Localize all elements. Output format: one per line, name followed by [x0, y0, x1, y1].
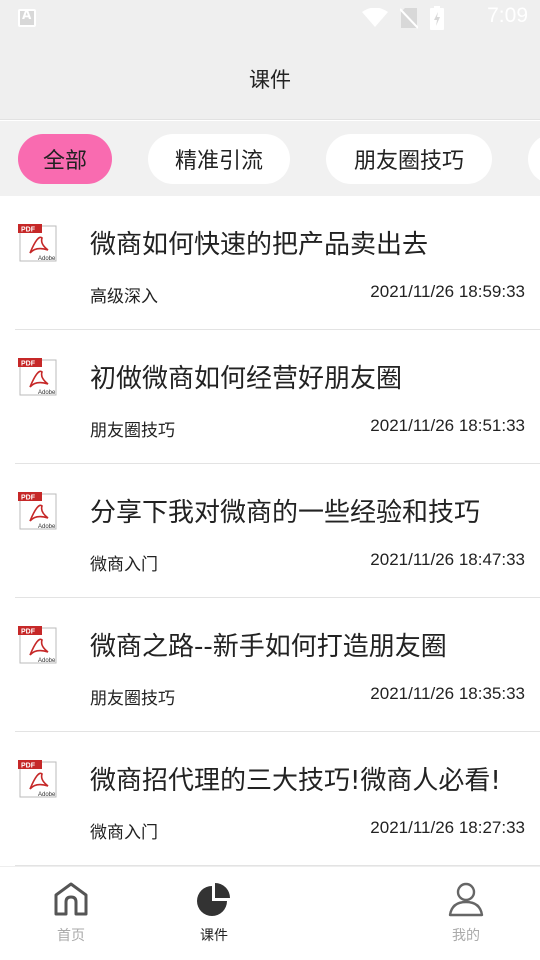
svg-text:PDF: PDF [21, 495, 36, 502]
item-title: 微商招代理的三大技巧!微商人必看! [90, 766, 501, 796]
nav-courseware-label: 课件 [200, 928, 228, 944]
nav-profile[interactable]: 我的 [426, 881, 506, 945]
list-item[interactable]: PDF Adobe 微商之路--新手如何打造朋友圈 朋友圈技巧 2021/11/… [0, 598, 540, 732]
notification-icon: A [18, 8, 36, 27]
page-title: 课件 [249, 68, 291, 92]
svg-text:PDF: PDF [21, 629, 36, 636]
list-item[interactable]: PDF Adobe 微商招代理的三大技巧!微商人必看! 微商入门 2021/11… [0, 732, 540, 866]
list-item[interactable]: PDF Adobe 初做微商如何经营好朋友圈 朋友圈技巧 2021/11/26 … [0, 330, 540, 464]
pie-chart-icon [197, 883, 230, 916]
item-category: 微商入门 [90, 823, 158, 843]
home-icon [54, 882, 88, 916]
nav-home[interactable]: 首页 [31, 881, 111, 945]
svg-text:Adobe: Adobe [38, 658, 56, 664]
svg-text:PDF: PDF [21, 361, 36, 368]
svg-text:Adobe: Adobe [38, 390, 56, 396]
item-time: 2021/11/26 18:51:33 [370, 416, 525, 435]
list-item[interactable]: PDF Adobe 微商如何快速的把产品卖出去 高级深入 2021/11/26 … [0, 196, 540, 330]
bottom-nav: 首页 课件 我的 [0, 866, 540, 960]
svg-text:PDF: PDF [21, 763, 36, 770]
tab-more[interactable] [528, 134, 540, 184]
item-time: 2021/11/26 18:35:33 [370, 684, 525, 703]
wifi-icon [362, 8, 388, 27]
category-tabs: 全部 精准引流 朋友圈技巧 [0, 121, 540, 196]
svg-text:PDF: PDF [21, 227, 36, 234]
app-header: 课件 [0, 36, 540, 120]
item-category: 朋友圈技巧 [90, 421, 175, 441]
item-category: 朋友圈技巧 [90, 689, 175, 709]
status-bar: A 7:09 [0, 0, 540, 36]
nav-courseware[interactable]: 课件 [174, 881, 254, 945]
item-category: 高级深入 [90, 287, 158, 307]
tab-all[interactable]: 全部 [18, 134, 112, 184]
no-sim-icon [400, 8, 418, 29]
pdf-icon: PDF Adobe [18, 224, 57, 262]
item-category: 微商入门 [90, 555, 158, 575]
pdf-icon: PDF Adobe [18, 760, 57, 798]
svg-text:Adobe: Adobe [38, 256, 56, 262]
nav-home-label: 首页 [57, 928, 85, 944]
nav-profile-label: 我的 [452, 928, 480, 944]
battery-icon [430, 6, 444, 30]
item-title: 初做微商如何经营好朋友圈 [90, 364, 403, 394]
pdf-icon: PDF Adobe [18, 492, 57, 530]
pdf-icon: PDF Adobe [18, 626, 57, 664]
item-title: 分享下我对微商的一些经验和技巧 [90, 498, 481, 528]
item-title: 微商之路--新手如何打造朋友圈 [90, 632, 447, 662]
tab-precise-traffic[interactable]: 精准引流 [148, 134, 290, 184]
svg-text:Adobe: Adobe [38, 792, 56, 798]
courseware-list: PDF Adobe 微商如何快速的把产品卖出去 高级深入 2021/11/26 … [0, 196, 540, 866]
item-time: 2021/11/26 18:59:33 [370, 282, 525, 301]
item-time: 2021/11/26 18:27:33 [370, 818, 525, 837]
list-item[interactable]: PDF Adobe 分享下我对微商的一些经验和技巧 微商入门 2021/11/2… [0, 464, 540, 598]
svg-text:Adobe: Adobe [38, 524, 56, 530]
item-title: 微商如何快速的把产品卖出去 [90, 230, 429, 260]
tab-moments-tips[interactable]: 朋友圈技巧 [326, 134, 492, 184]
item-time: 2021/11/26 18:47:33 [370, 550, 525, 569]
status-time: 7:09 [487, 4, 528, 27]
status-icons [362, 6, 444, 30]
user-icon [448, 882, 484, 917]
pdf-icon: PDF Adobe [18, 358, 57, 396]
